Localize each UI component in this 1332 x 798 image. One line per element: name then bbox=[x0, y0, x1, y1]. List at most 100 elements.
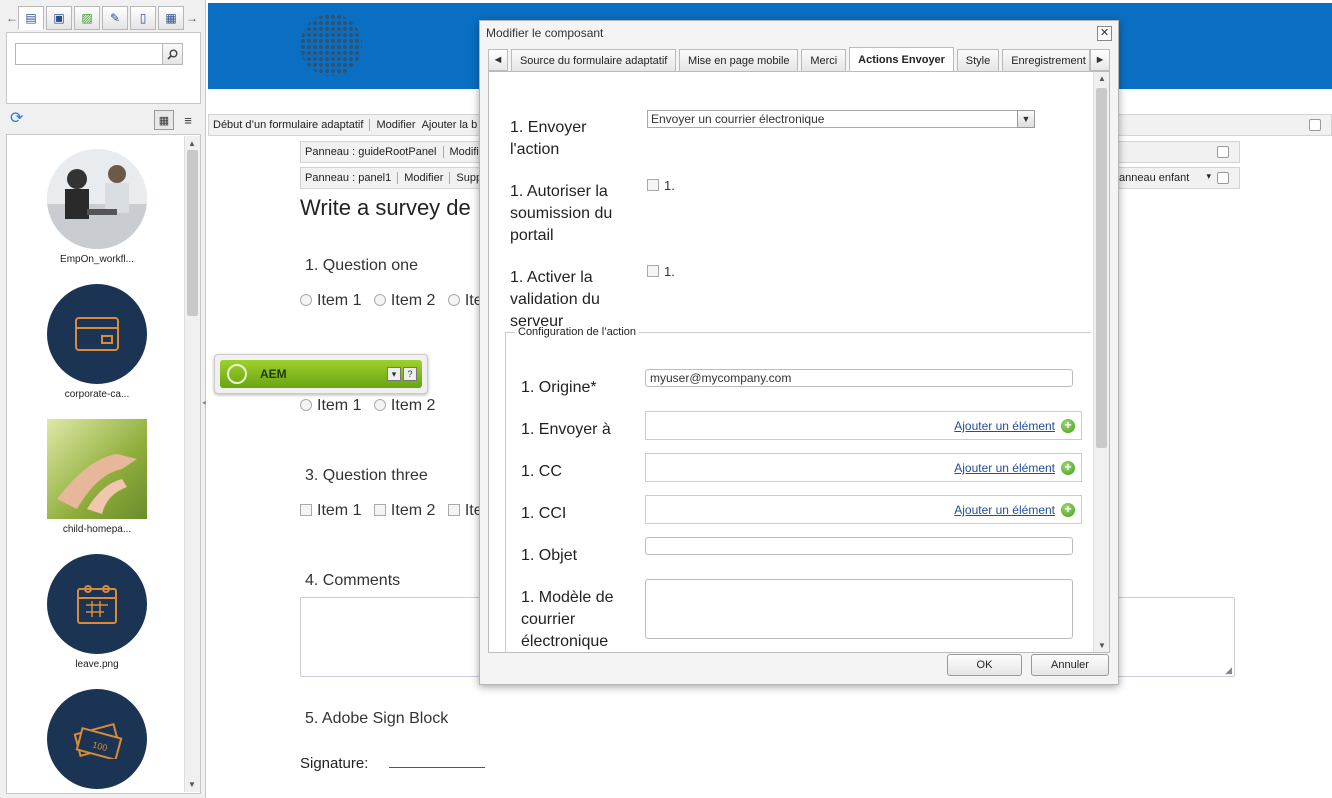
documents-tab[interactable]: ✎ bbox=[102, 6, 128, 30]
subject-label: 1. Objet bbox=[521, 547, 578, 564]
question-three-label: 3. Question three bbox=[305, 467, 428, 484]
asset-item[interactable]: EmpOn_workfl... bbox=[7, 149, 187, 265]
chevron-down-icon[interactable]: ▼ bbox=[1017, 110, 1035, 128]
asset-item[interactable]: child-homepa... bbox=[7, 419, 187, 535]
radio-button[interactable] bbox=[300, 294, 312, 306]
dialog-title: Modifier le composant bbox=[486, 26, 604, 40]
add-link[interactable]: Ajouter la b bbox=[422, 119, 478, 131]
aem-widget[interactable]: AEM ▾ ? bbox=[214, 354, 428, 394]
tab-scroll-right-icon[interactable]: → bbox=[186, 11, 198, 25]
label-line: portail bbox=[510, 227, 554, 244]
search-button[interactable] bbox=[162, 44, 182, 64]
images-tab[interactable]: ▨ bbox=[74, 6, 100, 30]
tab-style[interactable]: Style bbox=[956, 49, 1000, 71]
radio-button[interactable] bbox=[447, 294, 460, 306]
asset-item[interactable]: corporate-ca... bbox=[7, 284, 187, 400]
grid-view-icon: ▦ bbox=[158, 114, 170, 127]
dialog-scrollbar[interactable]: ▲ ▼ bbox=[1093, 72, 1109, 652]
server-validation-checkbox[interactable] bbox=[647, 265, 659, 277]
asset-caption: EmpOn_workfl... bbox=[60, 254, 134, 265]
action-config-legend: Configuration de l’action bbox=[515, 326, 640, 338]
portal-submission-checkbox[interactable] bbox=[647, 179, 659, 191]
radio-button[interactable] bbox=[300, 399, 312, 411]
editbar-checkbox[interactable] bbox=[1217, 172, 1229, 184]
checkbox[interactable] bbox=[300, 504, 312, 516]
tab-scroll-left-icon[interactable]: ← bbox=[6, 11, 18, 25]
content-tab[interactable]: ▣ bbox=[46, 6, 72, 30]
sidekick-toolbar: ⟳ ▦ ≡ bbox=[6, 108, 201, 132]
tab-save[interactable]: Enregistrement a bbox=[1002, 49, 1091, 71]
editbar-checkbox[interactable] bbox=[1217, 146, 1229, 158]
tab-scroll-left-icon[interactable]: ◄ bbox=[488, 49, 508, 71]
collapse-handle-icon[interactable]: ◂ bbox=[202, 398, 206, 407]
adobe-sign-label: 5. Adobe Sign Block bbox=[305, 710, 449, 727]
tab-scroll-right-icon[interactable]: ► bbox=[1090, 49, 1111, 71]
edit-link[interactable]: Modifier bbox=[376, 119, 415, 131]
scroll-down-icon[interactable]: ▼ bbox=[1098, 641, 1106, 650]
search-area bbox=[6, 32, 201, 104]
scroll-down-icon[interactable]: ▼ bbox=[188, 780, 196, 789]
checkbox[interactable] bbox=[373, 504, 386, 516]
edit-link[interactable]: Modifier bbox=[404, 172, 443, 184]
checkbox[interactable] bbox=[447, 504, 460, 516]
submit-action-select[interactable]: Envoyer un courrier électronique ▼ bbox=[647, 110, 1035, 128]
asset-scrollbar[interactable]: ▲ ▼ bbox=[184, 136, 200, 792]
tab-source[interactable]: Source du formulaire adaptatif bbox=[510, 49, 677, 71]
add-item-link[interactable]: Ajouter un élément bbox=[954, 419, 1055, 433]
aem-help-button[interactable]: ? bbox=[403, 367, 417, 381]
documents-icon: ✎ bbox=[109, 11, 121, 25]
cc-multifield: Ajouter un élément + bbox=[645, 453, 1082, 482]
calendar-icon bbox=[77, 585, 117, 624]
aem-dropdown-icon[interactable]: ▾ bbox=[387, 367, 401, 381]
label-line: 1. Modèle de bbox=[521, 589, 614, 606]
add-item-link[interactable]: Ajouter un élément bbox=[954, 461, 1055, 475]
asset-thumbnail bbox=[47, 419, 147, 519]
cc-label: 1. CC bbox=[521, 463, 562, 480]
label-line: 1. Envoyer bbox=[510, 119, 587, 136]
cancel-button[interactable]: Annuler bbox=[1031, 654, 1109, 676]
scrollbar-thumb[interactable] bbox=[1096, 88, 1107, 448]
add-icon[interactable]: + bbox=[1061, 503, 1075, 517]
resize-handle-icon[interactable]: ◢ bbox=[1225, 665, 1232, 676]
add-item-link[interactable]: Ajouter un élément bbox=[954, 503, 1055, 517]
content-icon: ▣ bbox=[53, 11, 65, 25]
list-view-button[interactable]: ≡ bbox=[178, 110, 198, 130]
from-input[interactable]: myuser@mycompany.com bbox=[645, 369, 1073, 387]
scroll-up-icon[interactable]: ▲ bbox=[188, 139, 196, 148]
label-line: courrier bbox=[521, 611, 576, 628]
asset-item[interactable]: 100 bbox=[7, 689, 187, 789]
subject-input[interactable] bbox=[645, 537, 1073, 555]
refresh-icon[interactable]: ⟳ bbox=[10, 110, 28, 128]
search-input[interactable] bbox=[15, 43, 183, 65]
grid-view-button[interactable]: ▦ bbox=[154, 110, 174, 130]
tab-mobile-layout[interactable]: Mise en page mobile bbox=[679, 49, 799, 71]
tab-thanks[interactable]: Merci bbox=[801, 49, 847, 71]
option-label: Item 1 bbox=[317, 292, 362, 309]
images-icon: ▨ bbox=[81, 11, 93, 25]
add-icon[interactable]: + bbox=[1061, 419, 1075, 433]
radio-button[interactable] bbox=[373, 294, 386, 306]
add-child-panel-link[interactable]: anneau enfant bbox=[1119, 172, 1189, 184]
radio-button[interactable] bbox=[373, 399, 386, 411]
signature-line[interactable] bbox=[389, 767, 485, 768]
scrollbar-thumb[interactable] bbox=[187, 150, 198, 316]
select-value: Envoyer un courrier électronique bbox=[651, 112, 825, 126]
sidekick-tabs: ← ▤ ▣ ▨ ✎ ▯ ▦ → bbox=[6, 4, 200, 32]
editbar-checkbox[interactable] bbox=[1309, 119, 1321, 131]
portal-submission-label: 1. Autoriser la soumission du portail bbox=[510, 181, 612, 247]
email-template-textarea[interactable] bbox=[645, 579, 1073, 639]
close-icon[interactable]: ✕ bbox=[1097, 26, 1112, 41]
ok-button[interactable]: OK bbox=[947, 654, 1022, 676]
components-tab[interactable]: ▤ bbox=[18, 6, 44, 30]
asset-thumbnail: 100 bbox=[47, 689, 147, 789]
tab-submit-actions[interactable]: Actions Envoyer bbox=[849, 47, 954, 71]
add-icon[interactable]: + bbox=[1061, 461, 1075, 475]
dropdown-arrow-icon[interactable]: ▾ bbox=[1206, 171, 1211, 182]
grid-tab[interactable]: ▦ bbox=[158, 6, 184, 30]
pages-tab[interactable]: ▯ bbox=[130, 6, 156, 30]
asset-item[interactable]: leave.png bbox=[7, 554, 187, 670]
scroll-up-icon[interactable]: ▲ bbox=[1098, 74, 1106, 83]
label-line: l'action bbox=[510, 141, 560, 158]
sidekick-panel: ← ▤ ▣ ▨ ✎ ▯ ▦ → ⟳ ▦ ≡ EmpOn_workfl... co… bbox=[0, 0, 206, 798]
search-icon bbox=[167, 49, 178, 60]
